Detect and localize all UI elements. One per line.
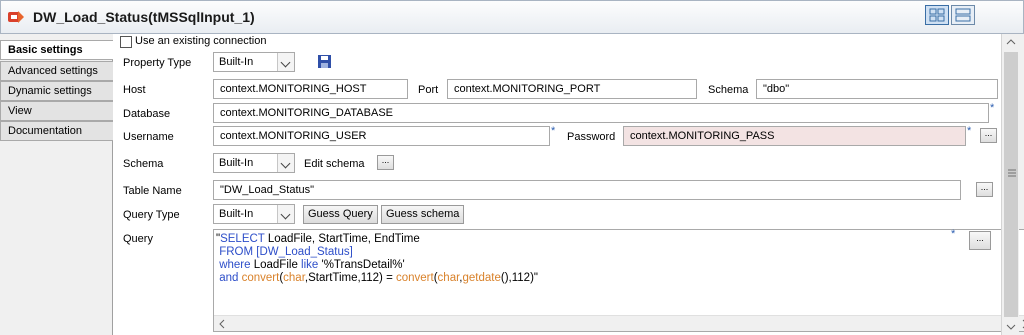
query-more-button[interactable]: ... bbox=[969, 231, 991, 250]
query-label: Query bbox=[123, 233, 153, 245]
schema-db-label: Schema bbox=[708, 84, 749, 96]
guess-query-button[interactable]: Guess Query bbox=[303, 205, 378, 224]
panel-vertical-scrollbar[interactable] bbox=[1001, 34, 1019, 335]
use-existing-connection-label: Use an existing connection bbox=[135, 35, 267, 47]
scrollbar-thumb[interactable] bbox=[1004, 52, 1018, 317]
port-input[interactable]: context.MONITORING_PORT bbox=[447, 79, 697, 99]
password-label: Password bbox=[567, 131, 616, 143]
schema-value: Built-In bbox=[219, 157, 254, 169]
query-text[interactable]: "SELECT LoadFile, StartTime, EndTime FRO… bbox=[216, 233, 538, 285]
basic-settings-panel: Use an existing connection Property Type… bbox=[113, 34, 1024, 335]
query-type-select[interactable]: Built-In bbox=[213, 204, 295, 224]
database-label: Database bbox=[123, 108, 171, 120]
table-name-input[interactable]: "DW_Load_Status" bbox=[213, 180, 961, 200]
username-label: Username bbox=[123, 131, 174, 143]
property-type-value: Built-In bbox=[219, 56, 254, 68]
schema-label: Schema bbox=[123, 158, 164, 170]
tab-advanced-settings[interactable]: Advanced settings bbox=[0, 61, 113, 81]
tab-basic-settings[interactable]: Basic settings bbox=[0, 40, 114, 60]
use-existing-connection-checkbox[interactable] bbox=[120, 36, 132, 48]
chevron-down-icon bbox=[277, 205, 294, 223]
password-more-button[interactable]: ... bbox=[980, 128, 997, 143]
query-type-label: Query Type bbox=[123, 209, 180, 221]
username-input[interactable]: context.MONITORING_USER bbox=[213, 126, 550, 146]
database-input[interactable]: context.MONITORING_DATABASE bbox=[213, 103, 989, 123]
host-label: Host bbox=[123, 84, 146, 96]
schema-db-input[interactable]: "dbo" bbox=[756, 79, 998, 99]
scrollbar-grip-icon bbox=[1008, 169, 1016, 177]
query-type-value: Built-In bbox=[219, 208, 254, 220]
tab-documentation[interactable]: Documentation bbox=[0, 121, 113, 141]
property-type-select[interactable]: Built-In bbox=[213, 52, 295, 72]
schema-select[interactable]: Built-In bbox=[213, 153, 295, 173]
table-name-label: Table Name bbox=[123, 185, 182, 197]
query-editor[interactable]: "SELECT LoadFile, StartTime, EndTime FRO… bbox=[213, 229, 1024, 332]
settings-sidebar: Basic settings Advanced settings Dynamic… bbox=[0, 40, 114, 335]
property-type-label: Property Type bbox=[123, 57, 192, 69]
password-required-marker: * bbox=[967, 125, 972, 137]
list-layout-button[interactable] bbox=[951, 5, 975, 25]
database-required-marker: * bbox=[990, 102, 995, 114]
edit-schema-label: Edit schema bbox=[304, 158, 365, 170]
chevron-down-icon bbox=[277, 53, 294, 71]
host-input[interactable]: context.MONITORING_HOST bbox=[213, 79, 408, 99]
save-icon[interactable] bbox=[317, 54, 332, 69]
scroll-left-icon[interactable] bbox=[214, 316, 230, 332]
title-bar: DW_Load_Status(tMSSqlInput_1) bbox=[0, 0, 1024, 34]
edit-schema-button[interactable]: ... bbox=[377, 155, 394, 170]
scroll-down-icon[interactable] bbox=[1002, 319, 1020, 335]
list-layout-icon bbox=[955, 8, 971, 22]
scroll-up-icon[interactable] bbox=[1002, 34, 1020, 50]
guess-schema-button[interactable]: Guess schema bbox=[381, 205, 465, 224]
password-input[interactable]: context.MONITORING_PASS bbox=[623, 126, 966, 146]
query-horizontal-scrollbar[interactable] bbox=[214, 315, 1024, 331]
grid-layout-button[interactable] bbox=[925, 5, 949, 25]
grid-layout-icon bbox=[929, 8, 945, 22]
tab-view[interactable]: View bbox=[0, 101, 113, 121]
component-icon bbox=[8, 11, 24, 23]
tab-dynamic-settings[interactable]: Dynamic settings bbox=[0, 81, 113, 101]
query-required-marker: * bbox=[951, 228, 956, 240]
username-required-marker: * bbox=[551, 125, 556, 137]
window-title: DW_Load_Status(tMSSqlInput_1) bbox=[33, 9, 255, 25]
chevron-down-icon bbox=[277, 154, 294, 172]
table-name-more-button[interactable]: ... bbox=[976, 182, 993, 197]
port-label: Port bbox=[418, 84, 439, 96]
